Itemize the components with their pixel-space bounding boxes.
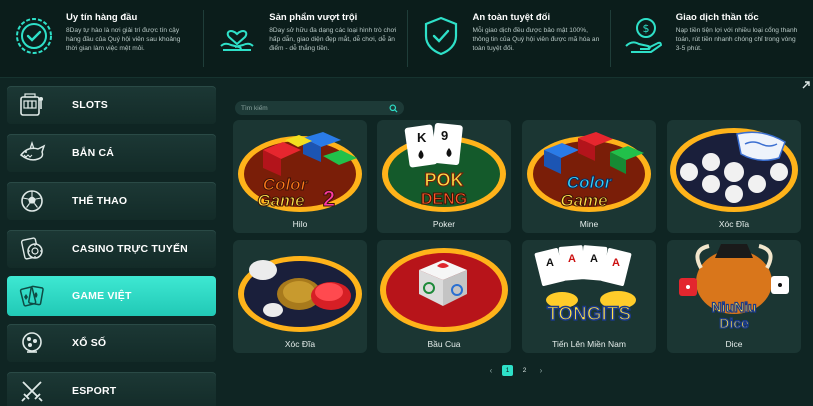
slot-machine-icon [20, 93, 43, 116]
color-game-2-art: Color Game 2 [238, 132, 362, 212]
next-page-button[interactable]: › [536, 366, 546, 375]
feature-desc: Mỗi giao dịch đều được bảo mật 100%, thô… [472, 27, 600, 52]
game-card-dice[interactable]: NiuNiu Dice Dice [667, 240, 801, 353]
svg-text:A: A [568, 253, 576, 265]
sidebar-item-game-viet[interactable]: GAME VIỆT [7, 276, 216, 316]
search-input[interactable] [241, 104, 389, 112]
feature-transactions: $ Giao dịch thần tốc Nạp tiền tiện lợi v… [609, 0, 813, 77]
art-text: NiuNiu [711, 299, 756, 315]
sidebar-item-slots[interactable]: SLOTS [7, 86, 216, 124]
game-name: Xóc Đĩa [718, 219, 750, 229]
sidebar-item-label: BẮN CÁ [72, 147, 115, 159]
feature-title: Sản phẩm vượt trội [269, 12, 358, 23]
shield-check-icon [424, 16, 457, 56]
feature-title: Giao dịch thần tốc [675, 12, 759, 23]
game-name: Dice [725, 339, 743, 349]
game-name: Hilo [292, 219, 308, 229]
pagination: ‹ 1 2 › [486, 364, 546, 377]
game-card-poker[interactable]: K 9 POK DENG Poker [377, 120, 511, 233]
svg-text:$: $ [642, 22, 649, 35]
sidebar-item-esport[interactable]: ESPORT [7, 372, 216, 406]
art-text: Dice [719, 315, 749, 331]
shark-icon [19, 140, 46, 161]
lottery-ball-icon [22, 332, 42, 353]
hand-heart-icon [220, 30, 254, 51]
game-name: Tiến Lên Miền Nam [552, 339, 626, 349]
svg-text:A: A [612, 257, 620, 269]
art-text: DENG [421, 191, 467, 208]
game-name: Mine [579, 219, 599, 229]
sidebar-item-label: XỔ SỐ [72, 337, 107, 349]
feature-reputation: Uy tín hàng đầu 8Day tự hào là nơi giải … [0, 0, 203, 77]
color-game-art: Color Game [527, 132, 651, 212]
badge-check-icon [16, 18, 52, 54]
game-name: Xóc Đĩa [284, 339, 316, 349]
game-card-xoc-dia-2[interactable]: Xóc Đĩa [233, 240, 367, 353]
bau-cua-art [380, 248, 508, 332]
sidebar-item-ban-ca[interactable]: BẮN CÁ [7, 134, 216, 172]
page-1-button[interactable]: 1 [502, 365, 513, 376]
soccer-ball-icon [21, 190, 43, 212]
sidebar-item-label: SLOTS [72, 99, 109, 111]
feature-title: Uy tín hàng đầu [66, 12, 138, 23]
feature-security: An toàn tuyệt đối Mỗi giao dịch đều được… [406, 0, 610, 77]
prev-page-button[interactable]: ‹ [486, 366, 496, 375]
sidebar-item-casino[interactable]: CASINO TRỰC TUYẾN [7, 230, 216, 268]
art-text: 2 [323, 186, 335, 211]
game-card-bau-cua[interactable]: Bầu Cua [377, 240, 511, 353]
art-text: K [417, 130, 427, 145]
hand-money-icon: $ [625, 18, 662, 53]
playing-cards-icon [19, 285, 44, 307]
art-text: Game [560, 191, 607, 210]
search-icon[interactable] [389, 103, 398, 113]
svg-text:A: A [546, 257, 554, 269]
page-2-button[interactable]: 2 [519, 365, 530, 376]
game-card-mine[interactable]: Color Game Mine [522, 120, 656, 233]
expand-icon[interactable] [801, 80, 811, 90]
art-text: TONGITS [547, 304, 631, 325]
feature-title: An toàn tuyệt đối [472, 12, 551, 23]
game-name: Poker [432, 219, 456, 229]
feature-desc: 8Day tự hào là nơi giải trí được tín cậy… [66, 27, 181, 52]
pok-deng-art: K 9 POK DENG [382, 122, 506, 212]
casino-chip-icon [20, 237, 43, 260]
svg-text:A: A [590, 253, 598, 265]
xoc-dia-bowl-art [670, 128, 798, 212]
game-card-xoc-dia[interactable]: Xóc Đĩa [667, 120, 801, 233]
feature-desc: 8Day sở hữu đa dạng các loại hình trò ch… [269, 27, 397, 52]
feature-desc: Nạp tiền tiện lợi với nhiều loại cổng th… [675, 27, 798, 52]
art-text: Color [567, 173, 613, 192]
features-bar: Uy tín hàng đầu 8Day tự hào là nơi giải … [0, 0, 813, 78]
sidebar-item-xo-so[interactable]: XỔ SỐ [7, 324, 216, 362]
tongits-art: A A A A TONGITS [534, 245, 636, 326]
art-text: Game [257, 191, 304, 210]
game-card-hilo[interactable]: Color Game 2 Hilo [233, 120, 367, 233]
sidebar-item-the-thao[interactable]: THỂ THAO [7, 182, 216, 220]
game-name: Bầu Cua [427, 339, 461, 349]
sidebar-item-label: GAME VIỆT [72, 290, 132, 302]
art-text: POK [424, 170, 463, 190]
game-search [235, 101, 404, 115]
niu-niu-dice-art: NiuNiu Dice [679, 244, 789, 332]
category-sidebar: SLOTS BẮN CÁ THỂ THAO CASINO TRỰC TUYẾN … [0, 80, 222, 406]
sidebar-item-label: ESPORT [72, 385, 117, 397]
crossed-swords-icon [21, 381, 43, 402]
feature-products: Sản phẩm vượt trội 8Day sở hữu đa dạng c… [203, 0, 406, 77]
sidebar-item-label: CASINO TRỰC TUYẾN [72, 243, 188, 255]
xoc-dia-coins-art [238, 256, 362, 332]
art-text: 9 [441, 128, 448, 143]
game-card-tien-len[interactable]: A A A A TONGITS Tiến Lên Miền Nam [522, 240, 656, 353]
sidebar-item-label: THỂ THAO [72, 195, 128, 207]
